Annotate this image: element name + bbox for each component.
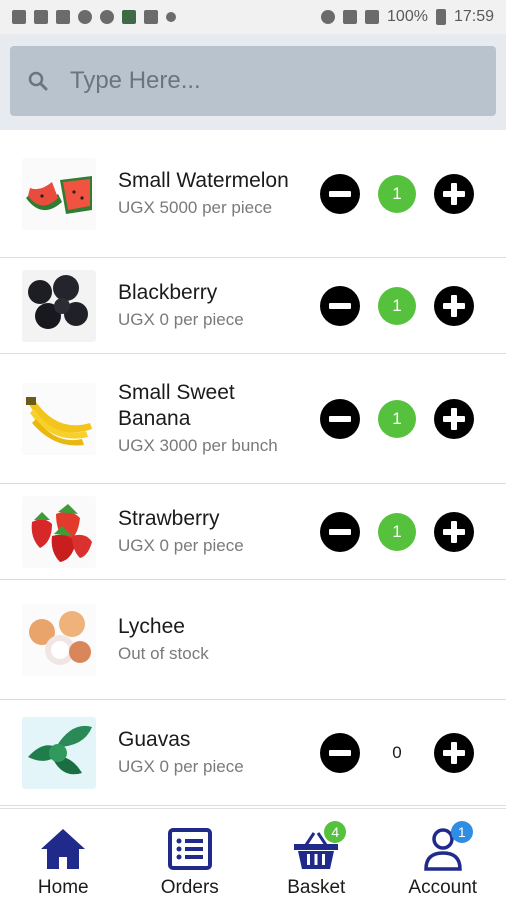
- status-bar: 100% 17:59: [0, 0, 506, 34]
- increase-button[interactable]: [434, 173, 474, 214]
- nav-label: Orders: [160, 877, 219, 898]
- weather-icon: [144, 10, 158, 24]
- guava-image: [22, 716, 96, 789]
- minus-icon: [329, 415, 351, 422]
- product-name: Small Watermelon: [118, 169, 289, 192]
- mail-icon: [34, 10, 48, 24]
- quantity-stepper: 1: [320, 511, 474, 552]
- search-section: [0, 34, 506, 130]
- product-info: Lychee Out of stock: [118, 614, 308, 665]
- quantity-count: 1: [378, 512, 416, 551]
- quantity-stepper: 1: [320, 398, 474, 439]
- quantity-count: 1: [378, 286, 416, 325]
- list-item[interactable]: Small Watermelon UGX 5000 per piece 1: [0, 130, 506, 258]
- nav-home[interactable]: Home: [0, 809, 127, 900]
- wifi-icon: [343, 10, 358, 24]
- nav-orders[interactable]: Orders: [127, 809, 254, 900]
- product-price: UGX 0 per piece: [118, 536, 244, 555]
- notification-icons: [12, 10, 176, 24]
- product-name: Strawberry: [118, 507, 220, 530]
- increase-button[interactable]: [434, 398, 474, 439]
- blackberry-image: [22, 269, 96, 342]
- decrease-button[interactable]: [320, 511, 360, 552]
- list-item[interactable]: Lychee Out of stock: [0, 580, 506, 700]
- decrease-button[interactable]: [320, 398, 360, 439]
- product-info: Guavas UGX 0 per piece: [118, 727, 308, 778]
- increase-button[interactable]: [434, 511, 474, 552]
- search-input[interactable]: [70, 67, 450, 95]
- product-price: UGX 5000 per piece: [118, 198, 273, 217]
- list-item[interactable]: Small Sweet Banana UGX 3000 per bunch 1: [0, 354, 506, 484]
- bottom-navigation: Home Orders 4 Basket 1 Account: [0, 808, 506, 900]
- decrease-button[interactable]: [320, 285, 360, 326]
- system-status: 100% 17:59: [321, 8, 494, 26]
- plus-icon-v: [451, 520, 457, 543]
- list-item[interactable]: Strawberry UGX 0 per piece 1: [0, 484, 506, 580]
- calendar-icon: [56, 10, 70, 24]
- search-icon: [28, 71, 48, 91]
- product-name: Blackberry: [118, 281, 218, 304]
- product-name: Small Sweet Banana: [118, 381, 235, 430]
- product-info: Small Sweet Banana UGX 3000 per bunch: [118, 380, 308, 457]
- minus-icon: [329, 749, 351, 756]
- quantity-stepper: 0: [320, 732, 474, 773]
- nav-account[interactable]: 1 Account: [380, 809, 506, 900]
- product-price: UGX 0 per piece: [118, 757, 244, 776]
- user-icon-wrap: 1: [419, 821, 473, 871]
- face-icon: [100, 10, 114, 24]
- lychee-image: [22, 603, 96, 676]
- quantity-stepper: 1: [320, 173, 474, 214]
- product-info: Strawberry UGX 0 per piece: [118, 506, 308, 557]
- minus-icon: [329, 190, 351, 197]
- alarm-icon: [321, 10, 336, 24]
- dots-icon: [166, 12, 176, 22]
- list-icon: [167, 828, 212, 870]
- battery-percent: 100%: [387, 8, 428, 25]
- plus-icon-v: [451, 182, 457, 205]
- app-icon: [122, 10, 136, 24]
- plus-icon-v: [451, 407, 457, 430]
- nav-label: Basket: [287, 877, 346, 898]
- product-info: Blackberry UGX 0 per piece: [118, 280, 308, 331]
- nav-label: Home: [37, 877, 89, 898]
- decrease-button[interactable]: [320, 732, 360, 773]
- battery-icon: [435, 9, 446, 25]
- quantity-count: 0: [392, 742, 402, 762]
- list-item[interactable]: Guavas UGX 0 per piece 0: [0, 700, 506, 806]
- face-icon: [78, 10, 92, 24]
- increase-button[interactable]: [434, 285, 474, 326]
- clock: 17:59: [453, 8, 494, 25]
- signal-icon: [365, 10, 380, 24]
- basket-icon-wrap: 4: [292, 821, 347, 871]
- account-badge: 1: [450, 821, 473, 843]
- product-price: UGX 3000 per bunch: [118, 436, 278, 455]
- quantity-count: 1: [378, 399, 416, 438]
- quantity-count: 1: [378, 174, 416, 213]
- home-icon: [41, 829, 86, 869]
- banana-image: [22, 382, 96, 455]
- plus-icon-v: [451, 294, 457, 317]
- product-name: Lychee: [118, 615, 185, 638]
- basket-badge: 4: [324, 821, 347, 843]
- plus-icon-v: [451, 741, 457, 764]
- nav-basket[interactable]: 4 Basket: [253, 809, 380, 900]
- decrease-button[interactable]: [320, 173, 360, 214]
- product-price: UGX 0 per piece: [118, 310, 244, 329]
- product-name: Guavas: [118, 728, 191, 751]
- search-bar[interactable]: [10, 46, 496, 116]
- minus-icon: [329, 528, 351, 535]
- minus-icon: [329, 302, 351, 309]
- stock-status: Out of stock: [118, 644, 209, 663]
- image-icon: [12, 10, 26, 24]
- nav-label: Account: [408, 877, 478, 898]
- quantity-stepper: 1: [320, 285, 474, 326]
- product-list: Small Watermelon UGX 5000 per piece 1 Bl…: [0, 130, 506, 806]
- list-item[interactable]: Blackberry UGX 0 per piece 1: [0, 258, 506, 354]
- watermelon-image: [22, 157, 96, 230]
- strawberry-image: [22, 495, 96, 568]
- product-info: Small Watermelon UGX 5000 per piece: [118, 168, 308, 219]
- increase-button[interactable]: [434, 732, 474, 773]
